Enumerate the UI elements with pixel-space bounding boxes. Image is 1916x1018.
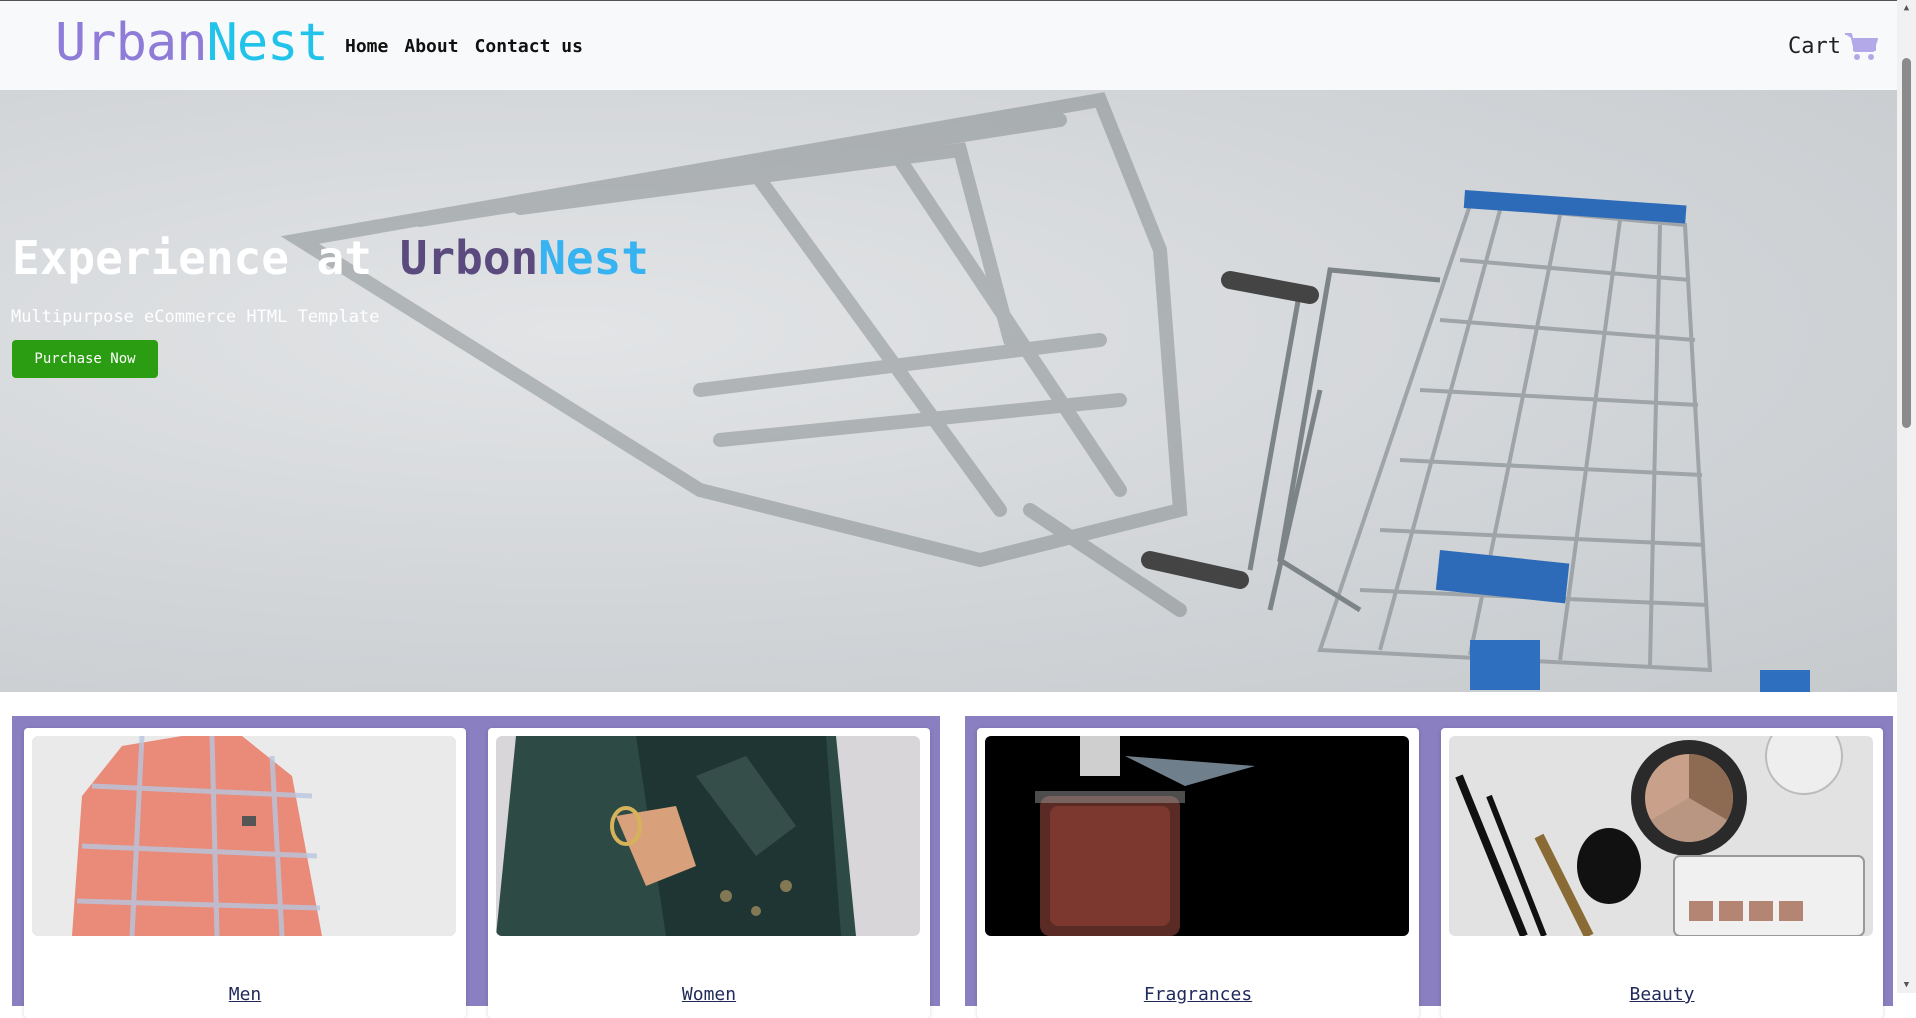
category-group-left: Men Women — [12, 716, 940, 1018]
brand-logo[interactable]: UrbanNest — [55, 13, 329, 73]
category-image-beauty — [1449, 736, 1873, 936]
hero-subtitle: Multipurpose eCommerce HTML Template — [11, 307, 380, 327]
category-card-men[interactable]: Men — [24, 728, 466, 1018]
cart-button[interactable]: Cart — [1788, 27, 1879, 67]
category-card-beauty[interactable]: Beauty — [1441, 728, 1883, 1018]
hero-title: Experience at UrbonNest — [12, 230, 649, 286]
shopping-cart-icon — [1843, 31, 1879, 67]
brand-part-2: Nest — [206, 13, 329, 73]
hero-banner: Experience at UrbonNest Multipurpose eCo… — [0, 90, 1905, 692]
brand-part-1: Urban — [55, 13, 208, 73]
shopping-cart-photo — [280, 92, 1810, 692]
category-image-women — [496, 736, 920, 936]
hero-title-prefix: Experience at — [12, 231, 400, 285]
category-title-men[interactable]: Men — [24, 984, 466, 1006]
category-title-beauty[interactable]: Beauty — [1441, 984, 1883, 1006]
hero-title-brand-1: Urbon — [399, 231, 539, 285]
scroll-up-arrow-icon[interactable]: ▲ — [1897, 0, 1916, 16]
scroll-thumb[interactable] — [1902, 58, 1911, 428]
cart-label: Cart — [1788, 34, 1841, 59]
category-title-fragrances[interactable]: Fragrances — [977, 984, 1419, 1006]
nav-links: Home About Contact us — [345, 35, 583, 59]
category-image-fragrances — [985, 736, 1409, 936]
nav-link-home[interactable]: Home — [345, 35, 388, 59]
scroll-down-arrow-icon[interactable]: ▼ — [1897, 977, 1916, 993]
category-card-women[interactable]: Women — [488, 728, 930, 1018]
navbar: UrbanNest Home About Contact us Cart — [0, 0, 1897, 90]
purchase-now-button[interactable]: Purchase Now — [12, 340, 158, 378]
nav-link-contact[interactable]: Contact us — [475, 35, 583, 59]
category-image-men — [32, 736, 456, 936]
nav-link-about[interactable]: About — [404, 35, 458, 59]
hero-title-brand-2: Nest — [538, 231, 649, 285]
category-group-right: Fragrances Beauty — [965, 716, 1893, 1018]
category-title-women[interactable]: Women — [488, 984, 930, 1006]
category-card-fragrances[interactable]: Fragrances — [977, 728, 1419, 1018]
page-scrollbar[interactable]: ▲ ▼ — [1897, 0, 1916, 993]
